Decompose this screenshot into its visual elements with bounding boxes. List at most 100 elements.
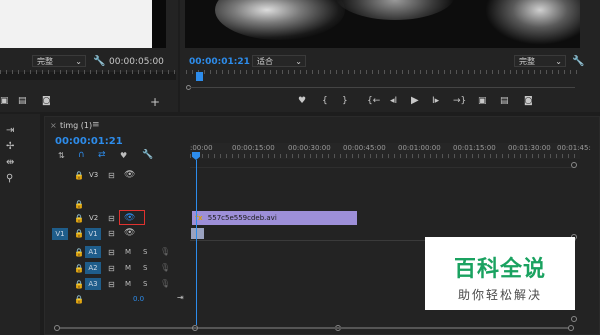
source-video-frame: [0, 0, 165, 48]
program-zoom-dropdown[interactable]: 适合 ⌄: [252, 55, 306, 67]
vscroll-top-handle[interactable]: [571, 162, 577, 168]
timeline-playhead[interactable]: [196, 160, 197, 325]
source-track-v1[interactable]: V1: [52, 228, 68, 240]
clip-transition-thumb[interactable]: [191, 228, 204, 239]
lock-icon[interactable]: 🔒: [74, 248, 84, 257]
lock-icon[interactable]: 🔒: [74, 295, 84, 304]
insert-icon[interactable]: ▣: [0, 96, 9, 106]
video-clip[interactable]: fx 557c5e559cdeb.avi: [192, 211, 357, 225]
sync-lock-icon[interactable]: ⊟: [108, 214, 115, 223]
tab-menu-icon[interactable]: ≡: [92, 120, 100, 130]
source-ruler-ticks: [0, 70, 176, 74]
microphone-icon[interactable]: 🎙: [160, 247, 170, 256]
sync-lock-icon[interactable]: ⊟: [108, 264, 115, 273]
step-forward-icon[interactable]: Ⅰ▸: [432, 96, 439, 106]
linked-selection-icon[interactable]: ⇄: [98, 150, 106, 160]
lock-icon[interactable]: 🔒: [74, 214, 84, 223]
nest-icon[interactable]: ⇅: [58, 151, 65, 160]
camera-icon[interactable]: ◙: [42, 96, 51, 106]
go-to-out-icon[interactable]: →}: [453, 96, 466, 106]
track-target-a2[interactable]: A2: [85, 262, 101, 274]
program-fit-label: 完整: [519, 57, 535, 66]
mute-button[interactable]: M: [125, 248, 131, 256]
track-target-v1[interactable]: V1: [85, 228, 101, 240]
ruler-label: 00:00:45:00: [343, 144, 386, 152]
lock-icon[interactable]: 🔒: [74, 200, 84, 209]
lock-icon[interactable]: 🔒: [74, 264, 84, 273]
add-marker-icon[interactable]: ♥: [298, 96, 306, 106]
eye-icon[interactable]: 👁: [124, 170, 135, 180]
overwrite-icon[interactable]: ▤: [18, 96, 27, 106]
play-icon[interactable]: ▶: [411, 95, 419, 106]
mark-in-icon[interactable]: {: [322, 96, 328, 106]
solo-button[interactable]: S: [143, 264, 147, 272]
microphone-icon[interactable]: 🎙: [160, 263, 170, 272]
chevron-down-icon: ⌄: [75, 57, 82, 66]
add-marker-icon[interactable]: ♥: [120, 151, 127, 160]
sync-lock-icon[interactable]: ⊟: [108, 248, 115, 257]
timeline-hscroll-right-handle[interactable]: [568, 325, 574, 331]
track-select-icon[interactable]: ⇥: [6, 125, 14, 136]
ruler-label: 00:01:00:00: [398, 144, 441, 152]
ruler-label: 00:01:15:00: [453, 144, 496, 152]
mute-button[interactable]: M: [125, 264, 131, 272]
timeline-timecode[interactable]: 00:00:01:21: [55, 136, 123, 147]
go-to-end-icon[interactable]: ⇥: [177, 293, 184, 302]
slip-tool-icon[interactable]: ⇹: [6, 157, 14, 168]
lift-icon[interactable]: ▣: [478, 96, 487, 106]
ruler-label: 00:01:30:00: [508, 144, 551, 152]
track-target-a1[interactable]: A1: [85, 246, 101, 258]
watermark-subtitle: 助你轻松解决: [457, 288, 542, 302]
source-track-label: V1: [55, 230, 65, 238]
watermark-logo: 百科全说 助你轻松解决: [425, 237, 575, 310]
ruler-label: 00:01:45:: [557, 144, 591, 152]
vscroll-bottom-handle[interactable]: [571, 316, 577, 322]
lane-divider: [190, 167, 576, 168]
extract-icon[interactable]: ▤: [500, 96, 509, 106]
source-fit-dropdown[interactable]: 完整 ⌄: [32, 55, 86, 67]
wrench-icon[interactable]: 🔧: [572, 56, 584, 67]
tab-close-icon[interactable]: ×: [50, 121, 57, 130]
track-name-v1: V1: [88, 230, 98, 238]
timeline-hscroll-track[interactable]: [198, 327, 568, 329]
solo-button[interactable]: S: [143, 280, 147, 288]
program-zoom-label: 适合: [257, 57, 273, 66]
program-fit-dropdown[interactable]: 完整 ⌄: [514, 55, 566, 67]
step-back-icon[interactable]: ◂Ⅰ: [390, 96, 397, 106]
go-to-in-icon[interactable]: {←: [367, 96, 380, 106]
mark-out-icon[interactable]: }: [342, 96, 348, 106]
track-name-a2: A2: [88, 264, 98, 272]
lock-icon[interactable]: 🔒: [74, 171, 84, 180]
wrench-icon[interactable]: 🔧: [93, 56, 105, 67]
eye-icon[interactable]: 👁: [124, 228, 135, 238]
eye-icon[interactable]: 👁: [124, 213, 135, 223]
ruler-label: 00:00:15:00: [232, 144, 275, 152]
timeline-ruler-ticks: [190, 154, 576, 158]
lock-icon[interactable]: 🔒: [74, 280, 84, 289]
track-name-v2: V2: [89, 214, 99, 222]
program-current-timecode[interactable]: 00:00:01:21: [189, 57, 250, 67]
lock-icon[interactable]: 🔒: [74, 229, 84, 238]
track-name-a1: A1: [88, 248, 98, 256]
sync-lock-icon[interactable]: ⊟: [108, 171, 115, 180]
track-target-a3[interactable]: A3: [85, 278, 101, 290]
sync-lock-icon[interactable]: ⊟: [108, 229, 115, 238]
ruler-label: 00:00:30:00: [288, 144, 331, 152]
export-frame-icon[interactable]: ◙: [524, 96, 533, 106]
track-name-a3: A3: [88, 280, 98, 288]
snap-icon[interactable]: ∩: [78, 150, 85, 160]
program-scroll-track[interactable]: [190, 87, 575, 88]
source-duration-timecode: 00:00:05:00: [109, 57, 164, 67]
sync-lock-icon[interactable]: ⊟: [108, 280, 115, 289]
timeline-tab-title[interactable]: timg (1): [60, 121, 92, 130]
wrench-icon[interactable]: 🔧: [142, 150, 153, 160]
ripple-edit-icon[interactable]: ✢: [6, 141, 14, 152]
master-volume-value[interactable]: 0.0: [133, 295, 144, 303]
mute-button[interactable]: M: [125, 280, 131, 288]
solo-button[interactable]: S: [143, 248, 147, 256]
zoom-tool-icon[interactable]: ⚲: [6, 173, 13, 184]
add-button-icon[interactable]: +: [150, 95, 160, 109]
program-playhead-marker[interactable]: [196, 72, 203, 81]
program-ruler-ticks: [186, 70, 580, 74]
microphone-icon[interactable]: 🎙: [160, 279, 170, 288]
